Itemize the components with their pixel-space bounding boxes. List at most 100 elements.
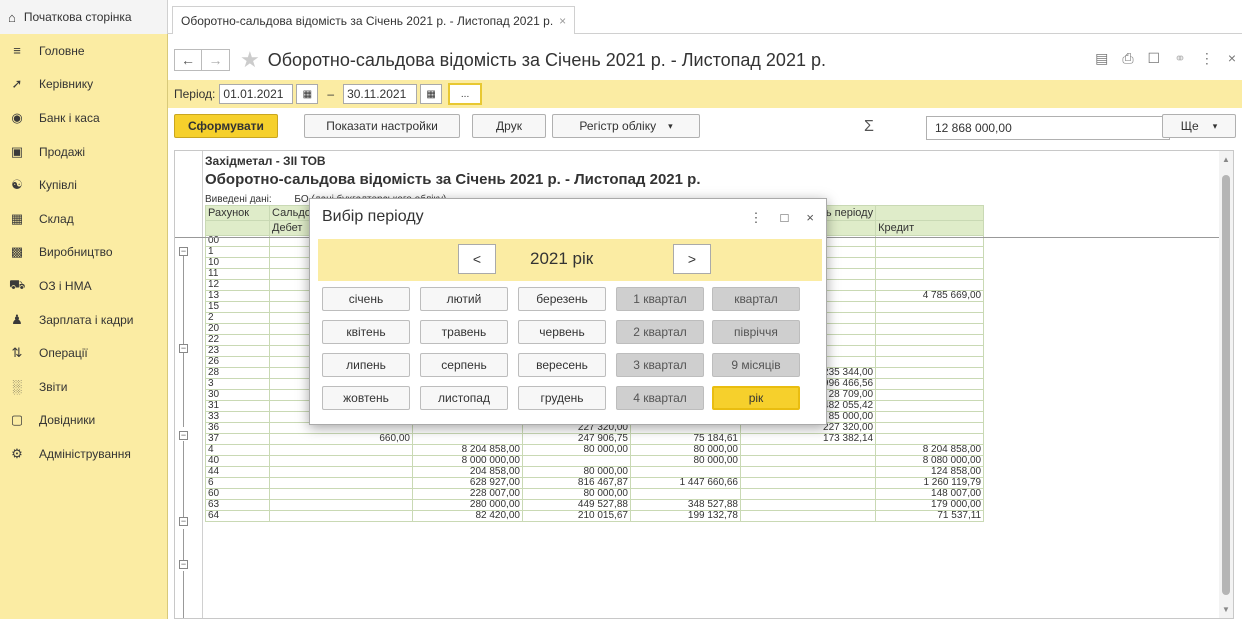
table-cell — [875, 268, 985, 280]
sidebar-item-label: Керівнику — [39, 77, 94, 92]
more-button[interactable]: Ще ▾ — [1162, 114, 1236, 138]
sidebar-item-operations[interactable]: ⇅ Операції — [0, 336, 167, 370]
favorite-star-icon[interactable]: ★ — [240, 47, 260, 73]
sidebar-item-manager[interactable]: ➚ Керівнику — [0, 68, 167, 102]
forward-button[interactable]: → — [202, 49, 230, 71]
calendar-from-icon[interactable]: ▦ — [296, 84, 319, 104]
close-tab-icon[interactable]: × — [559, 14, 566, 28]
period-option-button[interactable]: лютий — [420, 287, 508, 311]
period-to-input[interactable]: 30.11.2021 — [343, 84, 418, 104]
period-option-button[interactable]: рік — [712, 386, 800, 410]
more-vertical-icon[interactable]: ⋮ — [1200, 50, 1214, 67]
period-option-button[interactable]: квітень — [322, 320, 410, 344]
table-cell: 660,00 — [269, 433, 413, 445]
next-year-button[interactable]: > — [673, 244, 711, 274]
menu-icon: ≡ — [13, 43, 21, 59]
table-cell: 228 007,00 — [411, 488, 523, 500]
table-cell: 23 — [205, 345, 270, 357]
sidebar-item-label: Головне — [39, 43, 85, 58]
table-cell: 6 — [205, 477, 270, 489]
table-cell — [269, 455, 413, 467]
period-option-button[interactable]: червень — [518, 320, 606, 344]
sidebar-item-admin[interactable]: ⚙ Адміністрування — [0, 437, 167, 471]
collapse-group-6[interactable]: − — [179, 560, 188, 569]
period-option-button[interactable]: березень — [518, 287, 606, 311]
table-cell — [875, 411, 985, 423]
table-cell: 1 260 119,79 — [875, 477, 985, 489]
period-option-button[interactable]: 9 місяців — [712, 353, 800, 377]
sidebar-item-bank[interactable]: ◉ Банк і каса — [0, 101, 167, 135]
period-option-button[interactable]: грудень — [518, 386, 606, 410]
more-button-label: Ще — [1180, 119, 1199, 133]
sidebar-item-catalogs[interactable]: ▢ Довідники — [0, 404, 167, 438]
sidebar-item-production[interactable]: ▩ Виробництво — [0, 236, 167, 270]
table-row: 6 628 927,00 816 467,87 1 447 660,66 1 260 1… — [205, 477, 985, 489]
document-tab[interactable]: Оборотно-сальдова відомість за Січень 20… — [172, 6, 576, 34]
print-icon[interactable]: ⎙ — [1122, 50, 1133, 67]
generate-button[interactable]: Сформувати — [174, 114, 278, 138]
collapse-group-3[interactable]: − — [179, 431, 188, 440]
table-cell — [875, 345, 985, 357]
home-tab[interactable]: ⌂ Початкова сторінка — [0, 0, 168, 34]
period-option-button[interactable]: жовтень — [322, 386, 410, 410]
sidebar-item-purchases[interactable]: ☯ Купівлі — [0, 168, 167, 202]
preview-icon[interactable]: ☐ — [1148, 50, 1161, 67]
table-cell — [205, 220, 270, 236]
sidebar-item-main[interactable]: ≡ Головне — [0, 34, 167, 68]
table-cell: 15 — [205, 301, 270, 313]
sidebar-item-reports[interactable]: ░ Звіти — [0, 370, 167, 404]
period-option-button[interactable]: серпень — [420, 353, 508, 377]
prev-year-button[interactable]: < — [458, 244, 496, 274]
choose-period-button[interactable]: ... — [448, 83, 483, 105]
collapse-group-2[interactable]: − — [179, 344, 188, 353]
period-option-button[interactable]: вересень — [518, 353, 606, 377]
table-cell: 8 080 000,00 — [875, 455, 985, 467]
collapse-group-1[interactable]: − — [179, 247, 188, 256]
vertical-scrollbar[interactable]: ▲ ▼ — [1219, 151, 1233, 618]
more-vertical-icon[interactable]: ⋮ — [750, 210, 763, 226]
close-icon[interactable]: × — [1228, 50, 1236, 67]
table-cell: 63 — [205, 499, 270, 511]
period-from-input[interactable]: 01.01.2021 — [219, 84, 294, 104]
period-option-button[interactable]: липень — [322, 353, 410, 377]
sidebar-item-assets[interactable]: ⛟ ОЗ і НМА — [0, 269, 167, 303]
maximize-icon[interactable]: □ — [781, 210, 789, 226]
period-option-button[interactable]: півріччя — [712, 320, 800, 344]
register-button[interactable]: Регістр обліку ▾ — [552, 114, 700, 138]
scroll-down-icon[interactable]: ▼ — [1222, 605, 1230, 614]
sidebar-item-warehouse[interactable]: ▦ Склад — [0, 202, 167, 236]
collapse-group-4[interactable]: − — [179, 517, 188, 526]
table-cell — [875, 378, 985, 390]
scrollbar-thumb[interactable] — [1222, 175, 1230, 595]
sidebar-item-label: Продажі — [39, 144, 86, 159]
sidebar-item-salary[interactable]: ♟ Зарплата і кадри — [0, 303, 167, 337]
period-option-button[interactable]: 2 квартал — [616, 320, 704, 344]
table-row: 44 204 858,00 80 000,00 124 858,00 — [205, 466, 985, 478]
period-option-button[interactable]: 3 квартал — [616, 353, 704, 377]
table-cell — [875, 279, 985, 291]
link-icon[interactable]: ⚭ — [1174, 50, 1186, 67]
period-option-button[interactable]: січень — [322, 287, 410, 311]
period-option-button[interactable]: 1 квартал — [616, 287, 704, 311]
period-option-button[interactable]: травень — [420, 320, 508, 344]
period-option-button[interactable]: 4 квартал — [616, 386, 704, 410]
calendar-to-icon[interactable]: ▦ — [420, 84, 443, 104]
table-cell — [521, 455, 631, 467]
show-settings-button[interactable]: Показати настройки — [304, 114, 460, 138]
table-cell: 124 858,00 — [875, 466, 985, 478]
table-cell: 80 000,00 — [629, 455, 741, 467]
period-option-button[interactable]: квартал — [712, 287, 800, 311]
save-icon[interactable]: ▤ — [1095, 50, 1108, 67]
table-cell: 20 — [205, 323, 270, 335]
bank-icon: ◉ — [11, 109, 23, 125]
table-cell: 179 000,00 — [875, 499, 985, 511]
back-button[interactable]: ← — [174, 49, 202, 71]
period-option-button[interactable]: листопад — [420, 386, 508, 410]
table-cell: 247 906,75 — [521, 433, 631, 445]
sidebar-item-sales[interactable]: ▣ Продажі — [0, 135, 167, 169]
table-cell — [269, 444, 413, 456]
close-icon[interactable]: × — [806, 210, 814, 226]
scroll-up-icon[interactable]: ▲ — [1222, 155, 1230, 164]
print-button[interactable]: Друк — [472, 114, 546, 138]
table-cell: 148 007,00 — [875, 488, 985, 500]
